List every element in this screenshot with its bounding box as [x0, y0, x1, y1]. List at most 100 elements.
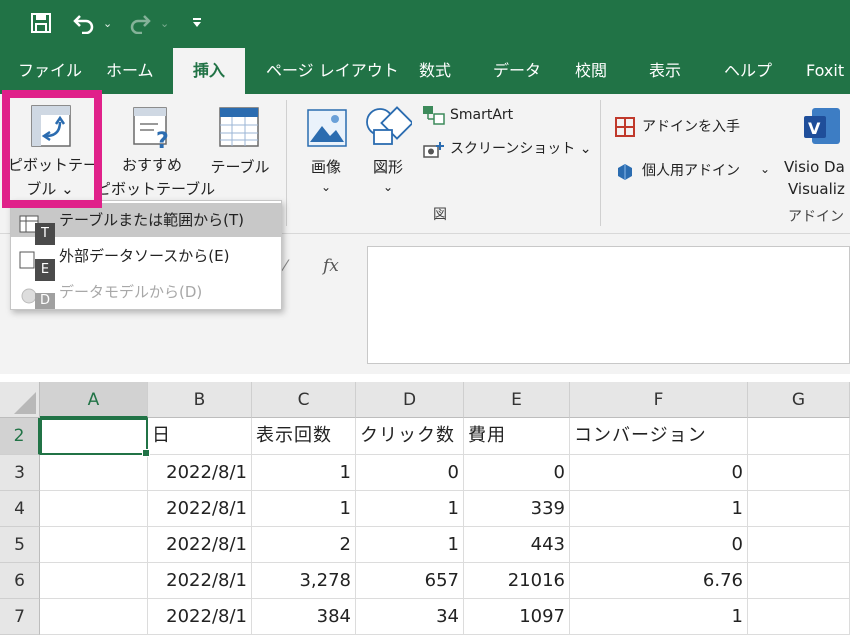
cell-g3[interactable] — [748, 455, 850, 491]
smartart-button[interactable]: SmartArt — [422, 102, 582, 128]
cell-e7[interactable]: 1097 — [464, 599, 570, 635]
tab-page-layout[interactable]: ページ レイアウト — [266, 48, 399, 94]
fx-icon[interactable]: fx — [323, 256, 339, 276]
column-header-c[interactable]: C — [252, 382, 356, 418]
cell-f4[interactable]: 1 — [570, 491, 748, 527]
formula-dropdown-icon[interactable]: ⁄ — [284, 256, 287, 275]
cell-b6[interactable]: 2022/8/1 — [148, 563, 252, 599]
cell-e6[interactable]: 21016 — [464, 563, 570, 599]
column-header-f[interactable]: F — [570, 382, 748, 418]
row-header-3[interactable]: 3 — [0, 455, 40, 491]
cell-c5[interactable]: 2 — [252, 527, 356, 563]
pivot-table-icon — [30, 104, 72, 152]
tab-data[interactable]: データ — [493, 48, 541, 94]
pivot-table-button[interactable]: ピボットテー ブル ⌄ — [8, 98, 98, 202]
menu-item-label: データモデルから(D) — [59, 283, 203, 301]
select-all-corner[interactable] — [0, 382, 40, 418]
shapes-dropdown-icon: ⌄ — [382, 180, 394, 194]
cell-g7[interactable] — [748, 599, 850, 635]
cell-b5[interactable]: 2022/8/1 — [148, 527, 252, 563]
cell-c2[interactable]: 表示回数 — [252, 418, 356, 455]
tab-home[interactable]: ホーム — [106, 48, 154, 94]
tab-help[interactable]: ヘルプ — [724, 48, 772, 94]
personal-addins-dropdown-icon: ⌄ — [760, 162, 771, 176]
row-header-7[interactable]: 7 — [0, 599, 40, 635]
cell-d7[interactable]: 34 — [356, 599, 464, 635]
cell-e2[interactable]: 費用 — [464, 418, 570, 455]
cell-e4[interactable]: 339 — [464, 491, 570, 527]
cell-f7[interactable]: 1 — [570, 599, 748, 635]
cell-f2[interactable]: コンバージョン — [570, 418, 748, 455]
visio-label-2: Visualiz — [788, 180, 845, 198]
undo-icon[interactable] — [72, 12, 96, 39]
cell-a7[interactable] — [40, 599, 148, 635]
spreadsheet-grid: A B C D E F G 2 日 表示回数 クリック数 費用 コンバージョン … — [0, 374, 850, 635]
redo-dropdown-icon[interactable]: ⌄ — [160, 18, 169, 29]
cell-d6[interactable]: 657 — [356, 563, 464, 599]
shapes-icon — [364, 104, 414, 154]
cell-e5[interactable]: 443 — [464, 527, 570, 563]
tab-view[interactable]: 表示 — [649, 48, 681, 94]
cell-g5[interactable] — [748, 527, 850, 563]
personal-addins-button[interactable]: 個人用アドイン ⌄ — [612, 158, 778, 184]
column-header-d[interactable]: D — [356, 382, 464, 418]
column-header-e[interactable]: E — [464, 382, 570, 418]
smartart-icon — [422, 105, 446, 129]
cell-d3[interactable]: 0 — [356, 455, 464, 491]
image-label: 画像 — [310, 158, 341, 176]
menu-item-label: 外部データソースから(E) — [59, 247, 230, 265]
cell-g2[interactable] — [748, 418, 850, 455]
row-header-5[interactable]: 5 — [0, 527, 40, 563]
cell-d2[interactable]: クリック数 — [356, 418, 464, 455]
row-header-2[interactable]: 2 — [0, 418, 40, 455]
save-icon[interactable] — [30, 12, 52, 39]
cell-b4[interactable]: 2022/8/1 — [148, 491, 252, 527]
image-button[interactable]: 画像 ⌄ — [296, 98, 356, 202]
cell-c6[interactable]: 3,278 — [252, 563, 356, 599]
tab-foxit[interactable]: Foxit — [806, 48, 844, 94]
formula-input[interactable] — [367, 246, 850, 364]
cell-b3[interactable]: 2022/8/1 — [148, 455, 252, 491]
cell-c7[interactable]: 384 — [252, 599, 356, 635]
column-header-b[interactable]: B — [148, 382, 252, 418]
cell-b2[interactable]: 日 — [148, 418, 252, 455]
tab-formulas[interactable]: 数式 — [419, 48, 451, 94]
screenshot-label: スクリーンショット ⌄ — [450, 141, 592, 157]
customize-qat-icon[interactable] — [190, 14, 204, 36]
recommended-pivot-button[interactable]: ? おすすめ ピボットテーブル — [96, 98, 215, 202]
row-header-6[interactable]: 6 — [0, 563, 40, 599]
column-header-a[interactable]: A — [40, 382, 148, 418]
cell-f3[interactable]: 0 — [570, 455, 748, 491]
cell-d5[interactable]: 1 — [356, 527, 464, 563]
title-bar: ⌄ ⌄ — [0, 0, 850, 48]
tab-review[interactable]: 校閲 — [575, 48, 607, 94]
tab-insert[interactable]: 挿入 — [173, 48, 245, 94]
row-header-4[interactable]: 4 — [0, 491, 40, 527]
cell-g6[interactable] — [748, 563, 850, 599]
cell-f5[interactable]: 0 — [570, 527, 748, 563]
cell-d4[interactable]: 1 — [356, 491, 464, 527]
group-separator-2 — [600, 100, 601, 226]
cell-a3[interactable] — [40, 455, 148, 491]
cell-e3[interactable]: 0 — [464, 455, 570, 491]
column-header-g[interactable]: G — [748, 382, 850, 418]
cell-f6[interactable]: 6.76 — [570, 563, 748, 599]
visio-data-visualizer-button[interactable]: V Visio Da Visualiz — [782, 98, 850, 202]
cell-a4[interactable] — [40, 491, 148, 527]
personal-addins-label: 個人用アドイン — [642, 163, 740, 179]
cell-c3[interactable]: 1 — [252, 455, 356, 491]
get-addins-label: アドインを入手 — [642, 119, 740, 135]
shapes-button[interactable]: 図形 ⌄ — [360, 98, 416, 202]
redo-icon[interactable] — [128, 12, 152, 39]
table-button[interactable]: テーブル — [206, 98, 274, 202]
cell-c4[interactable]: 1 — [252, 491, 356, 527]
cell-g4[interactable] — [748, 491, 850, 527]
get-addins-button[interactable]: アドインを入手 — [612, 114, 762, 140]
undo-dropdown-icon[interactable]: ⌄ — [103, 18, 112, 29]
screenshot-button[interactable]: スクリーンショット ⌄ — [422, 136, 592, 162]
tab-file[interactable]: ファイル — [18, 48, 82, 94]
cell-b7[interactable]: 2022/8/1 — [148, 599, 252, 635]
image-dropdown-icon: ⌄ — [320, 180, 332, 194]
cell-a5[interactable] — [40, 527, 148, 563]
cell-a6[interactable] — [40, 563, 148, 599]
